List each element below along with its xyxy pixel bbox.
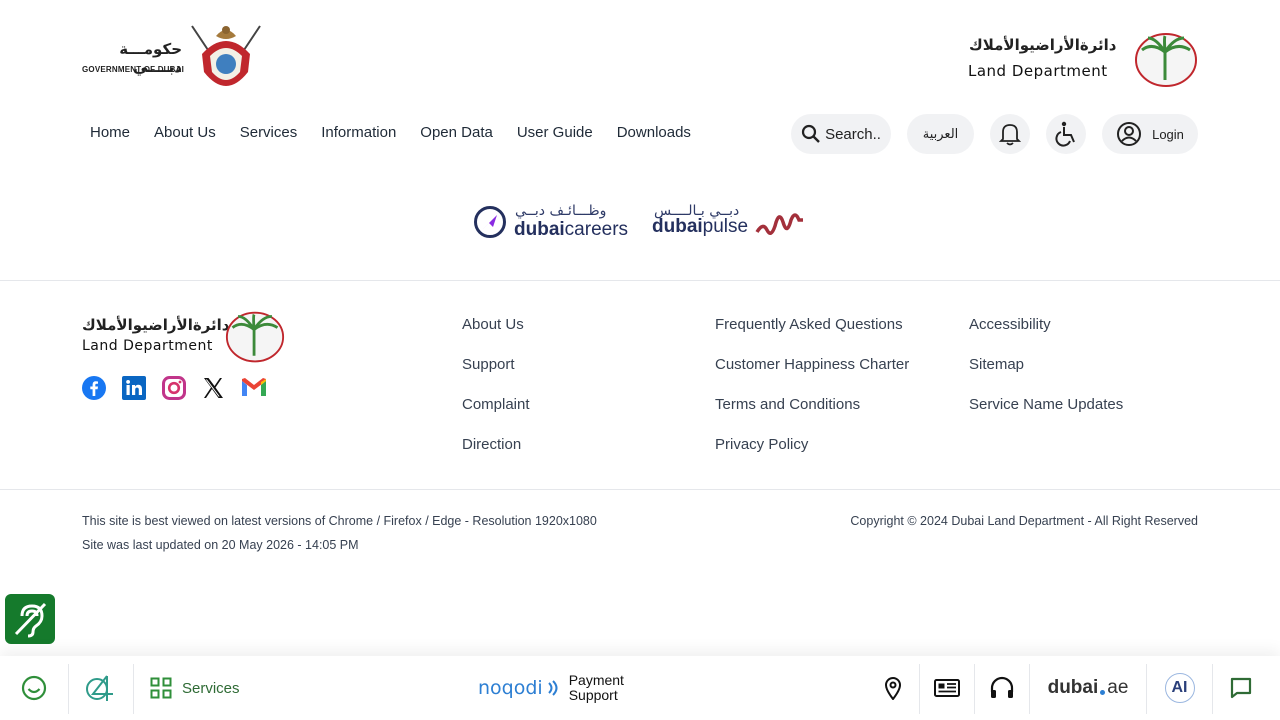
chat-icon (1230, 677, 1251, 699)
gmail-icon[interactable] (242, 378, 266, 398)
copyright: Copyright © 2024 Dubai Land Department -… (850, 514, 1198, 528)
bottom-separator (133, 664, 134, 714)
footer-link-complaint[interactable]: Complaint (462, 396, 530, 413)
careers-name-light: careers (564, 219, 629, 240)
footer-link-faq[interactable]: Frequently Asked Questions (715, 316, 903, 333)
browser-note: This site is best viewed on latest versi… (82, 514, 597, 528)
login-label: Login (1152, 126, 1184, 142)
services-label: Services (182, 679, 240, 697)
footer-link-about-us[interactable]: About Us (462, 316, 524, 333)
footer-link-happiness-charter[interactable]: Customer Happiness Charter (715, 356, 909, 373)
payment-line2: Support (568, 687, 618, 703)
pulse-wave-icon (755, 213, 803, 235)
news-button[interactable] (920, 656, 974, 720)
wheelchair-icon (1055, 121, 1075, 147)
facebook-icon[interactable] (82, 376, 106, 400)
wireless-icon (547, 680, 558, 696)
dubai-careers-logo[interactable]: وظـــائـف دبــي dubaicareers (473, 200, 628, 242)
footer-palm-emblem-icon (225, 311, 285, 363)
government-of-dubai-logo[interactable]: حكومـــة دبــــي GOVERNMENT OF DUBAI (82, 22, 262, 98)
careers-arrow-icon (474, 206, 506, 238)
accessibility-button[interactable] (1046, 114, 1086, 154)
nav-information[interactable]: Information (321, 124, 396, 141)
footer-link-direction[interactable]: Direction (462, 436, 521, 453)
careers-name-bold: dubai (514, 219, 565, 240)
dubai-4-button[interactable] (69, 656, 133, 720)
dubai-ae-dot (1100, 689, 1106, 695)
x-icon[interactable] (202, 377, 224, 399)
notifications-button[interactable] (990, 114, 1030, 154)
dld-logo-english: Land Department (968, 62, 1108, 80)
search-button[interactable]: Search.. (791, 114, 891, 154)
nav-services[interactable]: Services (240, 124, 298, 141)
gov-logo-english: GOVERNMENT OF DUBAI (82, 65, 185, 74)
linkedin-icon[interactable] (122, 376, 146, 400)
noqodi-payment-support-button[interactable]: noqodi Payment Support (478, 656, 648, 720)
pulse-name: dubaipulse (652, 216, 748, 238)
dubai-pulse-logo[interactable]: دبــي بـالــــس dubaipulse (652, 200, 807, 242)
search-icon (801, 124, 820, 143)
careers-name: dubaicareers (514, 219, 628, 241)
footer-top-divider (0, 280, 1280, 281)
nav-downloads[interactable]: Downloads (617, 124, 691, 141)
dubai-land-department-logo[interactable]: دائرةالأراضيوالأملاك Land Department (965, 30, 1200, 90)
footer-logo-arabic: دائرةالأراضيوالأملاك (82, 316, 230, 334)
dubai-ae-bold: dubai (1047, 677, 1099, 698)
login-button[interactable]: Login (1102, 114, 1198, 154)
payment-line1: Payment (568, 672, 624, 688)
search-label: Search.. (825, 125, 881, 143)
dubai-four-icon (86, 675, 113, 701)
dubai-ae-button[interactable]: dubai ae (1030, 656, 1146, 720)
smiley-icon (21, 675, 47, 701)
noqodi-label: noqodi (478, 677, 543, 699)
location-button[interactable] (866, 656, 920, 720)
palm-emblem-icon (1135, 33, 1197, 87)
footer-link-support[interactable]: Support (462, 356, 515, 373)
careers-arabic: وظـــائـف دبــي (515, 203, 607, 219)
dld-logo-arabic: دائرةالأراضيوالأملاك (969, 36, 1117, 54)
gov-emblem-icon (191, 25, 261, 86)
social-links (82, 376, 272, 400)
nav-about-us[interactable]: About Us (154, 124, 216, 141)
nav-home[interactable]: Home (90, 124, 130, 141)
footer-dld-logo[interactable]: دائرةالأراضيوالأملاك Land Department (80, 310, 285, 364)
instagram-icon[interactable] (162, 376, 186, 400)
bell-icon (999, 124, 1021, 146)
pulse-name-light: pulse (702, 216, 749, 237)
customer-support-button[interactable] (975, 656, 1029, 720)
location-pin-icon (884, 677, 902, 700)
footer-bottom-divider (0, 489, 1280, 490)
footer-link-terms[interactable]: Terms and Conditions (715, 396, 860, 413)
main-navigation: Home About Us Services Information Open … (90, 124, 715, 141)
nav-user-guide[interactable]: User Guide (517, 124, 593, 141)
hearing-assist-button[interactable] (5, 594, 55, 644)
chat-button[interactable] (1213, 656, 1268, 720)
bottom-bar: Services noqodi Payment Support dubai ae… (0, 656, 1280, 720)
user-icon (1117, 122, 1142, 146)
headphones-icon (990, 676, 1014, 698)
services-button[interactable]: Services (150, 656, 250, 720)
pulse-name-bold: dubai (652, 216, 703, 237)
ai-assistant-button[interactable]: AI (1147, 656, 1212, 720)
grid-icon (150, 677, 172, 699)
last-updated: Site was last updated on 20 May 2026 - 1… (82, 538, 359, 552)
footer-link-service-name-updates[interactable]: Service Name Updates (969, 396, 1123, 413)
hearing-icon (14, 602, 47, 638)
dubai-ae-light: ae (1107, 677, 1129, 698)
happiness-meter-button[interactable] (0, 656, 68, 720)
footer-link-accessibility[interactable]: Accessibility (969, 316, 1051, 333)
payment-support-text: Payment Support (569, 673, 624, 703)
nav-open-data[interactable]: Open Data (420, 124, 493, 141)
footer-logo-english: Land Department (82, 338, 213, 354)
footer-link-sitemap[interactable]: Sitemap (969, 356, 1024, 373)
footer-link-privacy[interactable]: Privacy Policy (715, 436, 808, 453)
ai-label: AI (1164, 673, 1195, 703)
newspaper-icon (934, 679, 960, 697)
language-toggle-button[interactable]: العربية (907, 114, 974, 154)
